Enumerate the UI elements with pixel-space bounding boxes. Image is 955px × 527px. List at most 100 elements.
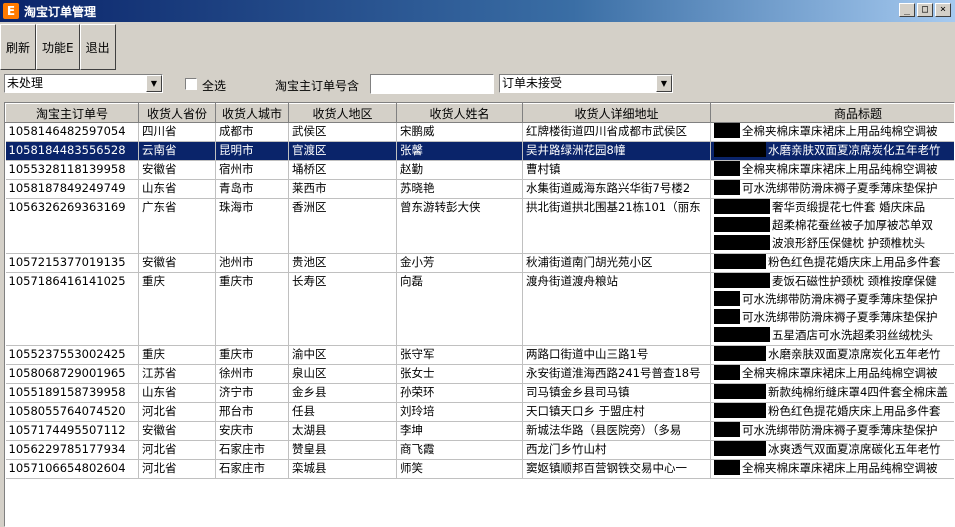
table-row[interactable]: 1056326269363169 广东省 珠海市 香洲区 曾东游转彭大侠 拱北街道拱北围基… (5, 198, 954, 254)
redacted-block (714, 254, 766, 269)
features-button[interactable]: 功能E (36, 24, 80, 70)
accept-status-select[interactable]: 订单未接受 ▼ (499, 74, 673, 93)
maximize-button[interactable]: □ (917, 3, 933, 17)
chevron-down-icon[interactable]: ▼ (656, 75, 672, 92)
table-row[interactable]: 1055328118139958 安徽省 宿州市 埇桥区 赵勤 曹村镇 全棉夹棉床罩床裙床上… (5, 160, 954, 180)
title-line: 水磨亲肤双面夏凉席炭化五年老竹 (714, 346, 954, 364)
table-row[interactable]: 1057174495507112 安徽省 安庆市 太湖县 李坤 新城法华路（县医院旁）（多… (5, 421, 954, 441)
cell-district: 栾城县 (288, 459, 397, 479)
table-row[interactable]: 1058187849249749 山东省 青岛市 莱西市 苏晓艳 水集街道威海东路兴华街7… (5, 179, 954, 199)
cell-title: 奢华贡缎提花七件套 婚庆床品 超柔棉花蚕丝被子加厚被芯单双 波浪形舒压保健枕 护颈椎… (710, 198, 954, 254)
table-row[interactable]: 1057186416141025 重庆 重庆市 长寿区 向磊 渡舟街道渡舟粮站 麦饭石磁性护… (5, 272, 954, 346)
table-row[interactable]: 1057215377019135 安徽省 池州市 贵池区 金小芳 秋浦街道南门胡光苑小区 粉… (5, 253, 954, 273)
cell-city: 石家庄市 (215, 459, 289, 479)
title-text: 可水洗绑带防滑床褥子夏季薄床垫保护 (742, 292, 938, 306)
cell-city: 徐州市 (215, 364, 289, 384)
cell-province: 广东省 (138, 198, 216, 254)
cell-address: 司马镇金乡县司马镇 (522, 383, 711, 403)
refresh-button[interactable]: 刷新 (0, 24, 37, 70)
cell-name: 商飞霞 (396, 440, 523, 460)
cell-province: 安徽省 (138, 253, 216, 273)
cell-address: 渡舟街道渡舟粮站 (522, 272, 711, 346)
cell-title: 水磨亲肤双面夏凉席炭化五年老竹 (710, 141, 954, 161)
column-header[interactable]: 收货人姓名 (396, 103, 523, 123)
column-header[interactable]: 淘宝主订单号 (5, 103, 139, 123)
cell-province: 山东省 (138, 383, 216, 403)
title-line: 新款纯棉绗缝床罩4四件套全棉床盖 (714, 384, 954, 402)
cell-province: 四川省 (138, 122, 216, 142)
exit-button[interactable]: 退出 (79, 24, 116, 70)
title-text: 可水洗绑带防滑床褥子夏季薄床垫保护 (742, 181, 938, 195)
title-line: 全棉夹棉床罩床裙床上用品纯棉空调被 (714, 123, 954, 141)
cell-address: 西龙门乡竹山村 (522, 440, 711, 460)
redacted-block (714, 441, 766, 456)
cell-address: 曹村镇 (522, 160, 711, 180)
title-text: 粉色红色提花婚庆床上用品多件套 (768, 404, 941, 418)
accept-status-value: 订单未接受 (502, 76, 563, 90)
cell-id: 1057215377019135 (5, 253, 139, 273)
title-line: 可水洗绑带防滑床褥子夏季薄床垫保护 (714, 180, 954, 198)
column-header[interactable]: 收货人地区 (288, 103, 397, 123)
cell-district: 埇桥区 (288, 160, 397, 180)
table-row[interactable]: 1055237553002425 重庆 重庆市 渝中区 张守军 两路口街道中山三路1号 水磨… (5, 345, 954, 365)
order-no-input[interactable] (370, 74, 494, 94)
cell-name: 曾东游转彭大侠 (396, 198, 523, 254)
title-text: 水磨亲肤双面夏凉席炭化五年老竹 (768, 347, 941, 361)
table-row[interactable]: 1055189158739958 山东省 济宁市 金乡县 孙荣环 司马镇金乡县司马镇 新款纯… (5, 383, 954, 403)
cell-city: 石家庄市 (215, 440, 289, 460)
table-row[interactable]: 1056229785177934 河北省 石家庄市 赞皇县 商飞霞 西龙门乡竹山村 冰爽透气… (5, 440, 954, 460)
cell-name: 张女士 (396, 364, 523, 384)
cell-id: 1058187849249749 (5, 179, 139, 199)
order-no-label: 淘宝主订单号含 (275, 79, 360, 93)
orders-grid[interactable]: 淘宝主订单号 收货人省份 收货人城市 收货人地区 收货人姓名 收货人详细地址 商品标题 10… (4, 102, 955, 527)
cell-title: 全棉夹棉床罩床裙床上用品纯棉空调被 (710, 160, 954, 180)
cell-city: 池州市 (215, 253, 289, 273)
cell-address: 永安街道淮海西路241号普查18号 (522, 364, 711, 384)
title-text: 全棉夹棉床罩床裙床上用品纯棉空调被 (742, 124, 938, 138)
close-button[interactable]: × (935, 3, 951, 17)
cell-name: 孙荣环 (396, 383, 523, 403)
cell-address: 拱北街道拱北围基21栋101（丽东 (522, 198, 711, 254)
title-line: 奢华贡缎提花七件套 婚庆床品 (714, 199, 954, 217)
redacted-block (714, 217, 770, 232)
cell-province: 安徽省 (138, 160, 216, 180)
cell-name: 张守军 (396, 345, 523, 365)
cell-name: 宋鹏威 (396, 122, 523, 142)
cell-province: 江苏省 (138, 364, 216, 384)
column-header[interactable]: 收货人省份 (138, 103, 216, 123)
table-row[interactable]: 1058184483556528 云南省 昆明市 官渡区 张馨 吴井路绿洲花园8幢 水磨亲肤… (5, 141, 954, 161)
status-select[interactable]: 未处理 ▼ (4, 74, 163, 93)
title-line: 五星酒店可水洗超柔羽丝绒枕头 (714, 327, 954, 345)
cell-id: 1056229785177934 (5, 440, 139, 460)
column-header[interactable]: 收货人城市 (215, 103, 289, 123)
cell-name: 刘玲培 (396, 402, 523, 422)
cell-title: 全棉夹棉床罩床裙床上用品纯棉空调被 (710, 122, 954, 142)
table-row[interactable]: 1057106654802604 河北省 石家庄市 栾城县 师笑 窦妪镇顺邦百营钢铁交易中… (5, 459, 954, 479)
cell-province: 山东省 (138, 179, 216, 199)
table-row[interactable]: 1058146482597054 四川省 成都市 武侯区 宋鹏威 红牌楼街道四川省成都市武… (5, 122, 954, 142)
table-row[interactable]: 1058055764074520 河北省 邢台市 任县 刘玲培 天口镇天口乡 于盟庄村 粉色… (5, 402, 954, 422)
title-text: 冰爽透气双面夏凉席碳化五年老竹 (768, 442, 941, 456)
redacted-block (714, 327, 770, 342)
cell-title: 全棉夹棉床罩床裙床上用品纯棉空调被 (710, 459, 954, 479)
select-all-checkbox[interactable] (185, 78, 197, 90)
column-header[interactable]: 收货人详细地址 (522, 103, 711, 123)
minimize-button[interactable]: _ (899, 3, 915, 17)
cell-province: 重庆 (138, 272, 216, 346)
cell-title: 可水洗绑带防滑床褥子夏季薄床垫保护 (710, 421, 954, 441)
cell-city: 成都市 (215, 122, 289, 142)
table-row[interactable]: 1058068729001965 江苏省 徐州市 泉山区 张女士 永安街道淮海西路241号… (5, 364, 954, 384)
title-line: 全棉夹棉床罩床裙床上用品纯棉空调被 (714, 161, 954, 179)
redacted-block (714, 235, 770, 250)
cell-city: 安庆市 (215, 421, 289, 441)
column-header[interactable]: 商品标题 (710, 103, 954, 123)
title-text: 波浪形舒压保健枕 护颈椎枕头 (772, 236, 926, 250)
chevron-down-icon[interactable]: ▼ (146, 75, 162, 92)
title-text: 粉色红色提花婚庆床上用品多件套 (768, 255, 941, 269)
cell-district: 长寿区 (288, 272, 397, 346)
cell-address: 新城法华路（县医院旁）（多易 (522, 421, 711, 441)
redacted-block (714, 123, 740, 138)
cell-id: 1057174495507112 (5, 421, 139, 441)
cell-city: 邢台市 (215, 402, 289, 422)
redacted-block (714, 365, 740, 380)
